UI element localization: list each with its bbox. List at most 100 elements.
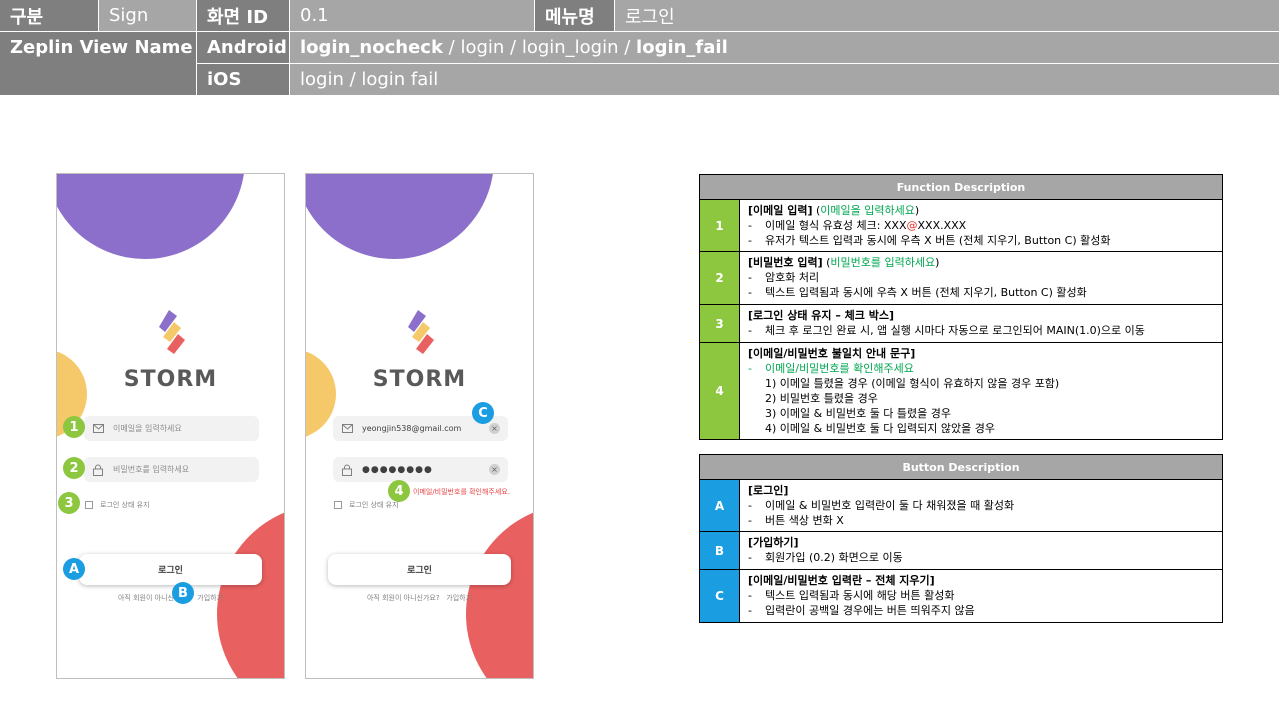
- dash: -: [748, 604, 752, 617]
- phone-screen-login-fail: STORM yeongjin538@gmail.com × ●●●●●●●● ×…: [305, 173, 534, 679]
- decor-red-circle: [217, 504, 284, 678]
- row-item: - 이메일 & 비밀번호 입력란이 둘 다 채워졌을 때 활성화: [748, 498, 1214, 513]
- password-placeholder: 비밀번호를 입력하세요: [113, 465, 190, 474]
- clear-password-icon[interactable]: ×: [489, 464, 500, 475]
- signup-link[interactable]: 가입하기: [197, 594, 223, 602]
- view-name-login-login: login_login: [521, 37, 619, 58]
- decor-yellow-circle: [306, 349, 336, 439]
- table-row: 4 [이메일/비밀번호 불일치 안내 문구] - 이메일/비밀번호를 확인해주세요…: [700, 343, 1222, 439]
- row-number: C: [700, 570, 740, 622]
- item-text: 입력란이 공백일 경우에는 버튼 띄워주지 않음: [765, 604, 975, 617]
- row-number: 3: [700, 305, 740, 342]
- mail-icon: [93, 424, 105, 433]
- row-content: [이메일 입력] (이메일을 입력하세요) - 이메일 형식 유효성 체크: XX…: [740, 200, 1222, 251]
- email-value: yeongjin538@gmail.com: [362, 424, 462, 433]
- login-button[interactable]: 로그인: [79, 554, 262, 585]
- view-name-login-fail: login_fail: [636, 37, 728, 58]
- password-input[interactable]: ●●●●●●●● ×: [333, 457, 508, 482]
- row-subitem: 4) 이메일 & 비밀번호 둘 다 입력되지 않았을 경우: [765, 422, 995, 435]
- badge-3: 3: [58, 492, 80, 514]
- lock-icon: [93, 464, 105, 476]
- row-item: - 체크 후 로그인 완료 시, 앱 실행 시마다 자동으로 로그인되어 MAIN…: [748, 323, 1214, 338]
- email-placeholder: 이메일을 입력하세요: [113, 424, 182, 433]
- badge-1: 1: [63, 416, 85, 438]
- item-text: 체크 후 로그인 완료 시, 앱 실행 시마다 자동으로 로그인되어 MAIN(…: [765, 324, 1145, 337]
- dash: -: [748, 271, 752, 284]
- dash: -: [748, 589, 752, 602]
- spec-slide: 구분 Sign 화면 ID 0.1 메뉴명 로그인 Zeplin View Na…: [0, 0, 1280, 720]
- separator: /: [504, 37, 522, 58]
- password-input[interactable]: 비밀번호를 입력하세요: [84, 457, 259, 482]
- item-text: 유저가 텍스트 입력과 동시에 우측 X 버튼 (전체 지우기, Button …: [765, 234, 1111, 247]
- row-number: B: [700, 532, 740, 569]
- row-hint: 이메일을 입력하세요: [820, 204, 915, 217]
- lock-icon: [342, 464, 354, 476]
- row-number: 4: [700, 343, 740, 439]
- keep-login-label: 로그인 상태 유지: [100, 501, 150, 509]
- signup-row: 아직 회원이 아니신가요? 가입하기: [306, 593, 533, 603]
- email-input[interactable]: 이메일을 입력하세요: [84, 416, 259, 441]
- ios-view-names: login / login fail: [290, 64, 1280, 96]
- login-button[interactable]: 로그인: [328, 554, 511, 585]
- dash: -: [748, 219, 752, 232]
- storm-logo-icon: [159, 310, 185, 354]
- row-content: [이메일/비밀번호 불일치 안내 문구] - 이메일/비밀번호를 확인해주세요 1…: [740, 343, 1222, 439]
- table-row: 1 [이메일 입력] (이메일을 입력하세요) - 이메일 형식 유효성 체크: …: [700, 200, 1222, 252]
- storm-logo-icon: [408, 310, 434, 354]
- zeplin-view-name-label: Zeplin View Name: [0, 32, 197, 96]
- row-title: [로그인]: [748, 484, 789, 497]
- signup-row: 아직 회원이 아니신가요? 가입하기: [57, 593, 284, 603]
- dash: -: [748, 551, 752, 564]
- row-content: [이메일/비밀번호 입력란 – 전체 지우기] - 텍스트 입력됨과 동시에 해당…: [740, 570, 1222, 622]
- row-number: A: [700, 480, 740, 531]
- dash: -: [748, 362, 752, 375]
- table-row: 2 [비밀번호 입력] (비밀번호를 입력하세요) - 암호화 처리 - 텍스트 입…: [700, 252, 1222, 305]
- row-item: - 암호화 처리: [748, 270, 1214, 285]
- row-title: [가입하기]: [748, 536, 799, 549]
- view-name-login: login: [460, 37, 505, 58]
- mail-icon: [342, 424, 354, 433]
- row-item: - 텍스트 입력됨과 동시에 해당 버튼 활성화: [748, 588, 1214, 603]
- item-at: @: [906, 219, 918, 232]
- row-title: [비밀번호 입력]: [748, 256, 823, 269]
- decor-purple-circle: [57, 174, 245, 259]
- row-item: - 이메일 형식 유효성 체크: XXX@XXX.XXX: [748, 218, 1214, 233]
- android-view-names: login_nocheck / login / login_login / lo…: [290, 32, 1280, 64]
- row-title: [로그인 상태 유지 – 체크 박스]: [748, 309, 895, 322]
- brand-name: STORM: [123, 367, 218, 392]
- dash: -: [748, 324, 752, 337]
- keep-login-checkbox[interactable]: 로그인 상태 유지: [85, 500, 150, 510]
- row-item: - 이메일/비밀번호를 확인해주세요: [748, 361, 1214, 376]
- spec-header: 구분 Sign 화면 ID 0.1 메뉴명 로그인 Zeplin View Na…: [0, 0, 1280, 96]
- ios-label: iOS: [197, 64, 290, 96]
- row-item: - 유저가 텍스트 입력과 동시에 우측 X 버튼 (전체 지우기, Button…: [748, 233, 1214, 248]
- keep-login-checkbox[interactable]: 로그인 상태 유지: [334, 500, 399, 510]
- function-description-table: Function Description 1 [이메일 입력] (이메일을 입력…: [699, 174, 1223, 440]
- row-item: - 텍스트 입력됨과 동시에 우측 X 버튼 (전체 지우기, Button C)…: [748, 285, 1214, 300]
- gubun-label: 구분: [0, 0, 99, 32]
- signup-link[interactable]: 가입하기: [446, 594, 472, 602]
- table-title: Function Description: [700, 175, 1222, 200]
- gubun-value: Sign: [99, 0, 197, 32]
- brand-name: STORM: [372, 367, 467, 392]
- button-description-table: Button Description A [로그인] - 이메일 & 비밀번호 입…: [699, 454, 1223, 623]
- screen-id-value: 0.1: [290, 0, 535, 32]
- dash: -: [748, 286, 752, 299]
- clear-email-icon[interactable]: ×: [489, 423, 500, 434]
- badge-a: A: [63, 558, 85, 580]
- dash: -: [748, 499, 752, 512]
- phone-screen-login-empty: STORM 이메일을 입력하세요 비밀번호를 입력하세요 로그인 상태 유지 로…: [56, 173, 285, 679]
- keep-login-label: 로그인 상태 유지: [349, 501, 399, 509]
- item-text: 이메일 & 비밀번호 입력란이 둘 다 채워졌을 때 활성화: [765, 499, 1015, 512]
- item-text: 이메일 형식 유효성 체크: XXX: [765, 219, 907, 232]
- row-subitem: 2) 비밀번호 틀렸을 경우: [765, 392, 878, 405]
- item-text: 텍스트 입력됨과 동시에 우측 X 버튼 (전체 지우기, Button C) …: [765, 286, 1087, 299]
- error-message: 이메일/비밀번호를 확인해주세요.: [413, 488, 510, 496]
- row-item: - 입력란이 공백일 경우에는 버튼 띄워주지 않음: [748, 603, 1214, 618]
- row-item: - 버튼 색상 변화 X: [748, 513, 1214, 528]
- item-text: 회원가입 (0.2) 화면으로 이동: [765, 551, 903, 564]
- menu-value: 로그인: [615, 0, 1280, 32]
- row-subitem: 1) 이메일 틀렸을 경우 (이메일 형식이 유효하지 않을 경우 포함): [765, 377, 1060, 390]
- table-row: B [가입하기] - 회원가입 (0.2) 화면으로 이동: [700, 532, 1222, 570]
- row-hint: 비밀번호를 입력하세요: [830, 256, 936, 269]
